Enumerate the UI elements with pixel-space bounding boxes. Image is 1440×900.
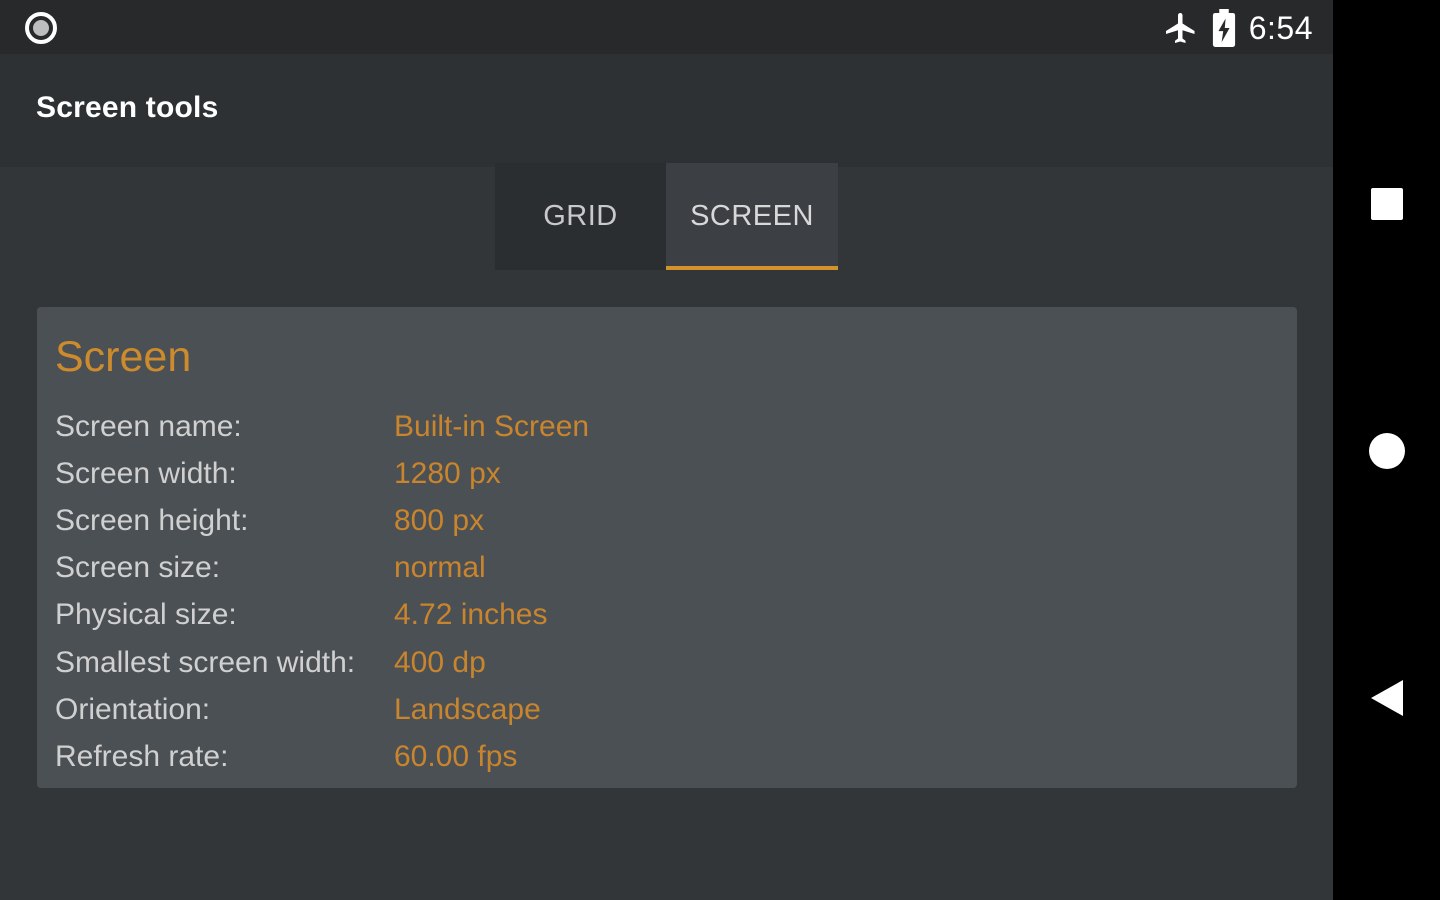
tab-grid-label: GRID <box>543 200 618 232</box>
tab-screen[interactable]: SCREEN <box>666 163 838 270</box>
row-value: Built-in Screen <box>394 409 590 443</box>
row-value: 1280 px <box>394 456 501 490</box>
info-row-physical-size: Physical size: 4.72 inches <box>55 592 589 639</box>
app-screen: 6:54 Screen tools GRID SCREEN Screen Scr… <box>0 0 1333 900</box>
info-row-screen-size: Screen size: normal <box>55 545 589 592</box>
row-label: Screen height: <box>55 503 249 537</box>
back-triangle-icon <box>1370 679 1403 716</box>
info-row-screen-height: Screen height: 800 px <box>55 497 589 544</box>
battery-charging-icon <box>1212 9 1235 47</box>
home-circle-icon <box>1368 432 1405 469</box>
row-value: 400 dp <box>394 645 486 679</box>
back-button[interactable] <box>1333 644 1440 751</box>
row-label: Refresh rate: <box>55 739 229 773</box>
status-time: 6:54 <box>1248 9 1313 46</box>
info-row-screen-width: Screen width: 1280 px <box>55 450 589 497</box>
row-label: Screen name: <box>55 409 242 443</box>
screen-info-card: Screen Screen name: Built-in Screen Scre… <box>37 307 1297 788</box>
info-rows: Screen name: Built-in Screen Screen widt… <box>55 403 589 781</box>
recents-button[interactable] <box>1333 150 1440 257</box>
home-button[interactable] <box>1333 397 1440 504</box>
info-row-orientation: Orientation: Landscape <box>55 686 589 733</box>
row-value: 60.00 fps <box>394 739 518 773</box>
navigation-bar <box>1333 0 1440 900</box>
row-label: Screen width: <box>55 456 237 490</box>
status-bar: 6:54 <box>0 0 1333 54</box>
tab-bar: GRID SCREEN <box>495 163 838 270</box>
row-label: Orientation: <box>55 692 211 726</box>
tab-grid[interactable]: GRID <box>495 163 666 270</box>
info-row-smallest-width: Smallest screen width: 400 dp <box>55 639 589 686</box>
row-value: 800 px <box>394 503 485 537</box>
row-label: Screen size: <box>55 551 221 585</box>
row-value: normal <box>394 551 486 585</box>
selected-tab-indicator <box>666 266 838 270</box>
row-label: Physical size: <box>55 598 237 632</box>
card-title: Screen <box>55 333 192 381</box>
tab-screen-label: SCREEN <box>690 200 814 232</box>
row-value: Landscape <box>394 692 541 726</box>
status-icons: 6:54 <box>1163 8 1313 48</box>
info-row-refresh-rate: Refresh rate: 60.00 fps <box>55 733 589 780</box>
airplane-icon <box>1165 13 1195 43</box>
recents-square-icon <box>1370 187 1403 220</box>
row-label: Smallest screen width: <box>55 645 356 679</box>
notification-dot-icon <box>25 12 57 44</box>
app-bar: Screen tools <box>0 54 1333 167</box>
app-title: Screen tools <box>36 91 219 124</box>
info-row-screen-name: Screen name: Built-in Screen <box>55 403 589 450</box>
row-value: 4.72 inches <box>394 598 548 632</box>
